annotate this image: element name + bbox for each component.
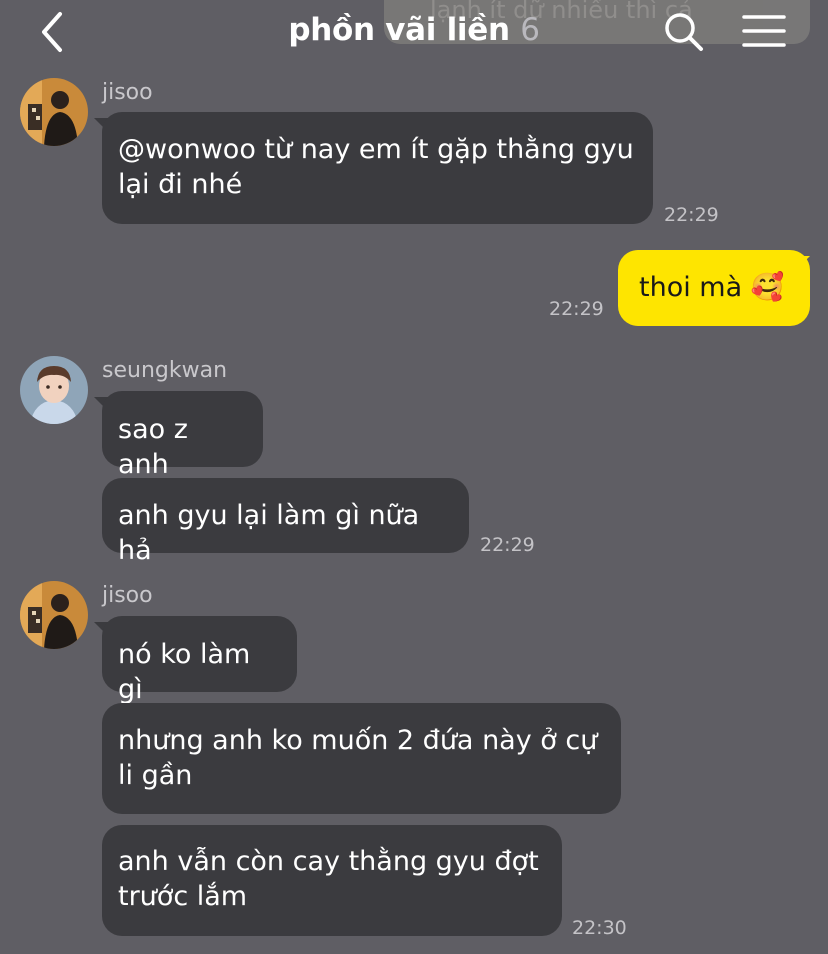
profile-photo-jisoo [20, 78, 88, 146]
message-time: 22:29 [480, 534, 535, 556]
profile-photo-jisoo [20, 581, 88, 649]
message-bubble[interactable]: nhưng anh ko muốn 2 đứa này ở cự li gần [102, 703, 621, 814]
hamburger-menu-icon [742, 15, 786, 47]
message-bubble[interactable]: anh gyu lại làm gì nữa hả [102, 478, 469, 566]
search-button[interactable] [662, 10, 706, 54]
search-icon [665, 13, 703, 51]
avatar-jisoo[interactable] [20, 78, 88, 146]
message-bubble[interactable]: anh vẫn còn cay thằng gyu đợt trước lắm [102, 825, 562, 936]
chat-header: lạnh ít dữ nhiều thì cả phồn vãi liền 6 [0, 0, 828, 64]
sender-name: jisoo [102, 583, 153, 608]
message-bubble-mine[interactable]: thoi mà 🥰 [618, 250, 810, 326]
message-time: 22:29 [549, 298, 604, 320]
message-time: 22:30 [572, 917, 627, 939]
message-bubble[interactable]: sao z anh [102, 391, 263, 480]
menu-button[interactable] [742, 12, 786, 52]
avatar-jisoo[interactable] [20, 581, 88, 649]
sender-name: seungkwan [102, 358, 228, 383]
sender-name: jisoo [102, 80, 153, 105]
profile-photo-seungkwan [20, 356, 88, 424]
message-bubble[interactable]: @wonwoo từ nay em ít gặp thằng gyu lại đ… [102, 112, 653, 224]
chat-title-text: phồn vãi liền [288, 12, 510, 48]
member-count: 6 [520, 12, 540, 48]
message-bubble[interactable]: nó ko làm gì [102, 616, 297, 705]
message-time: 22:29 [664, 204, 719, 226]
avatar-seungkwan[interactable] [20, 356, 88, 424]
